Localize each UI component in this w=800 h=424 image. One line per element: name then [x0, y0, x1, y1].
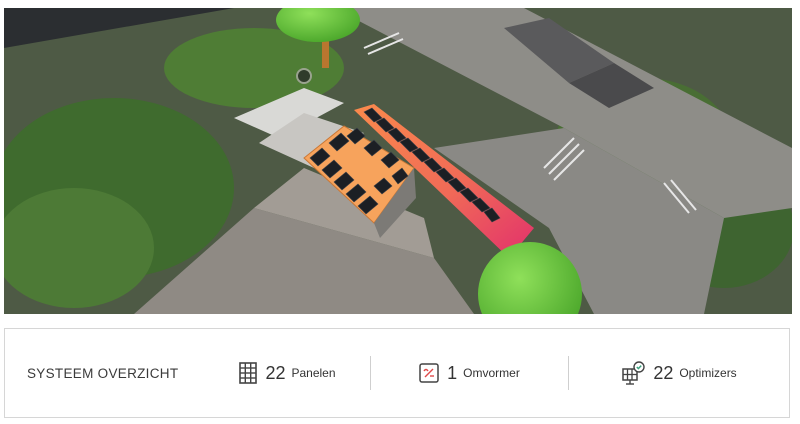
- optimizers-stat: 22 Optimizers: [569, 329, 789, 417]
- inverter-label: Omvormer: [463, 366, 520, 380]
- panels-stat: 22 Panelen: [205, 329, 370, 417]
- map-3d-view[interactable]: [4, 8, 792, 314]
- inverter-icon: [419, 363, 439, 383]
- panels-count: 22: [265, 362, 286, 383]
- aerial-scene: [4, 8, 792, 314]
- solar-panel-grid-icon: [239, 362, 258, 384]
- inverter-stat: 1 Omvormer: [371, 329, 568, 417]
- optimizer-icon: [621, 361, 646, 385]
- system-overview-bar: SYSTEEM OVERZICHT 22 Panelen 1 Omvormer …: [4, 328, 790, 418]
- panels-label: Panelen: [291, 366, 336, 380]
- optimizers-count: 22: [653, 362, 674, 383]
- system-overview-title: SYSTEEM OVERZICHT: [27, 365, 179, 381]
- inverter-count: 1: [447, 362, 458, 383]
- optimizers-label: Optimizers: [679, 366, 737, 380]
